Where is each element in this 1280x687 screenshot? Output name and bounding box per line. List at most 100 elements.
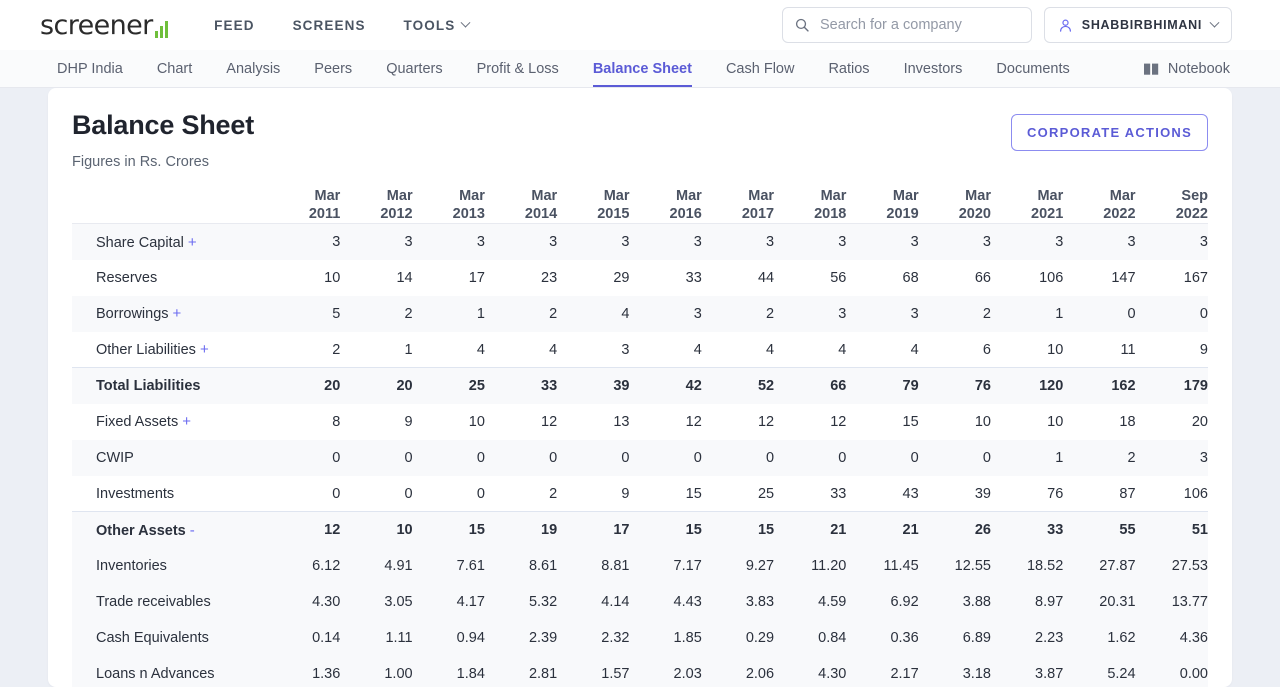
table-cell: 10 [974,413,991,430]
col-month: Mar [820,188,847,205]
column-header-mar-2016: Mar 2016 [629,188,702,225]
row-label-cell[interactable]: Other Assets - [72,511,268,548]
table-cell: 11.20 [774,547,847,584]
table-cell: 33 [990,511,1064,548]
row-label-cell[interactable]: Borrowings + [72,295,268,332]
search-input[interactable] [819,17,1019,33]
table-cell: 1 [990,295,1064,332]
table-cell: 4 [557,295,630,332]
col-month: Mar [386,188,413,205]
expand-row-icon[interactable]: + [188,234,197,251]
table-row: Reserves 10 14 17 23 29 33 44 56 68 66 106 147 167 [72,260,1208,296]
table-cell: 3 [340,223,413,260]
nav-item-tools[interactable]: TOOLS [404,17,471,33]
chevron-down-icon [460,17,471,28]
page-body: Balance Sheet Figures in Rs. Crores CORP… [0,88,1280,687]
table-cell: 3.87 [990,655,1064,687]
table-cell: 3 [846,295,919,332]
tab-peers[interactable]: Peers [297,50,369,87]
table-cell: 10 [468,413,485,430]
col-year: 2012 [380,205,413,222]
table-row: Other Liabilities +2 1 4 4 3 4 4 4 4 6 10 11 9 [72,332,1208,368]
row-label-cell[interactable]: Share Capital + [72,223,268,260]
table-cell: 12 [830,413,847,430]
table-cell: 76 [918,367,991,404]
tab-analysis[interactable]: Analysis [209,50,297,87]
col-year: 2014 [524,205,558,222]
table-cell: 1 [990,439,1064,476]
row-label: Other Liabilities [96,342,196,359]
row-label: Loans n Advances [96,665,215,682]
table-cell: 15 [685,485,702,502]
search-box[interactable] [781,7,1032,43]
table-cell: 15 [902,413,919,430]
row-label-cell: Inventories [72,547,268,584]
nav-item-feed[interactable]: FEED [214,18,254,33]
table-cell: 12 [685,413,702,430]
col-year: 2018 [814,205,847,222]
table-cell: 2.39 [484,619,558,656]
nav-item-screens[interactable]: SCREENS [293,18,366,33]
table-cell: 20 [340,367,413,404]
table-cell: 4.91 [340,547,413,584]
table-cell: 2.32 [557,619,630,656]
balance-sheet-card: Balance Sheet Figures in Rs. Crores CORP… [48,88,1232,687]
table-cell: 4 [476,341,485,358]
table-row: Cash Equivalents 0.14 1.11 0.94 2.39 2.32 1.85… [72,619,1208,656]
table-cell: 3.83 [701,583,775,620]
col-month: Mar [892,188,919,205]
table-cell: 9.27 [701,547,775,584]
tab-investors[interactable]: Investors [887,50,980,87]
tab-label: Chart [156,60,193,77]
table-cell: 4.14 [557,583,630,620]
expand-row-icon[interactable]: + [182,413,191,430]
row-label-cell: Trade receivables [72,583,268,620]
row-label: Investments [96,485,175,502]
table-cell: 13 [613,413,630,430]
table-cell: 3 [918,223,991,260]
nav-item-feed-label: FEED [214,17,255,33]
row-label: Share Capital [96,234,184,251]
user-menu-button[interactable]: SHABBIRBHIMANI [1043,7,1232,43]
table-cell: 0 [557,439,630,476]
table-cell: 0.84 [774,619,847,656]
row-label-cell[interactable]: Other Liabilities + [72,332,268,368]
notebook-button[interactable]: Notebook [1143,50,1232,87]
table-cell: 0.29 [701,619,775,656]
table-cell: 4.30 [268,583,341,620]
figures-unit-label: Figures in Rs. Crores [72,154,209,171]
table-cell: 0.36 [846,619,919,656]
table-cell: 18 [1119,413,1136,430]
table-cell: 33 [484,367,558,404]
tab-bar-spacer [1087,50,1143,87]
table-cell: 3 [1063,223,1136,260]
row-label-cell[interactable]: Fixed Assets + [72,404,268,440]
expand-row-icon[interactable]: + [200,341,209,358]
collapse-row-icon[interactable]: - [190,522,195,539]
tab-documents[interactable]: Documents [979,50,1086,87]
tab-ratios[interactable]: Ratios [811,50,886,87]
table-cell: 12 [268,511,341,548]
corporate-actions-button[interactable]: CORPORATE ACTIONS [1011,114,1208,151]
table-cell: 4.30 [774,655,847,687]
expand-row-icon[interactable]: + [173,305,182,322]
tab-cash-flow[interactable]: Cash Flow [709,50,812,87]
table-cell: 20 [268,367,341,404]
col-month: Mar [1109,188,1136,205]
tab-chart[interactable]: Chart [140,50,209,87]
tab-balance-sheet[interactable]: Balance Sheet [576,50,709,87]
screener-logo[interactable]: screener [40,12,169,39]
row-label: Trade receivables [96,593,211,610]
table-cell: 5.24 [1063,655,1136,687]
table-cell: 27.53 [1135,547,1208,584]
table-row: Total Liabilities 20 20 25 33 39 42 52 66 79 76 120… [72,367,1208,404]
tab-profit-loss[interactable]: Profit & Loss [460,50,576,87]
tab-quarters[interactable]: Quarters [369,50,459,87]
col-year: 2021 [1031,205,1064,222]
column-header-mar-2012: Mar 2012 [340,188,413,225]
table-row: Other Assets -12 10 15 19 17 15 15 21 21 26 33 55 51 [72,511,1208,548]
tab-dhp-india[interactable]: DHP India [40,50,140,87]
table-cell: 3 [557,223,630,260]
tab-label: Investors [903,60,963,77]
table-cell: 2 [918,295,991,332]
